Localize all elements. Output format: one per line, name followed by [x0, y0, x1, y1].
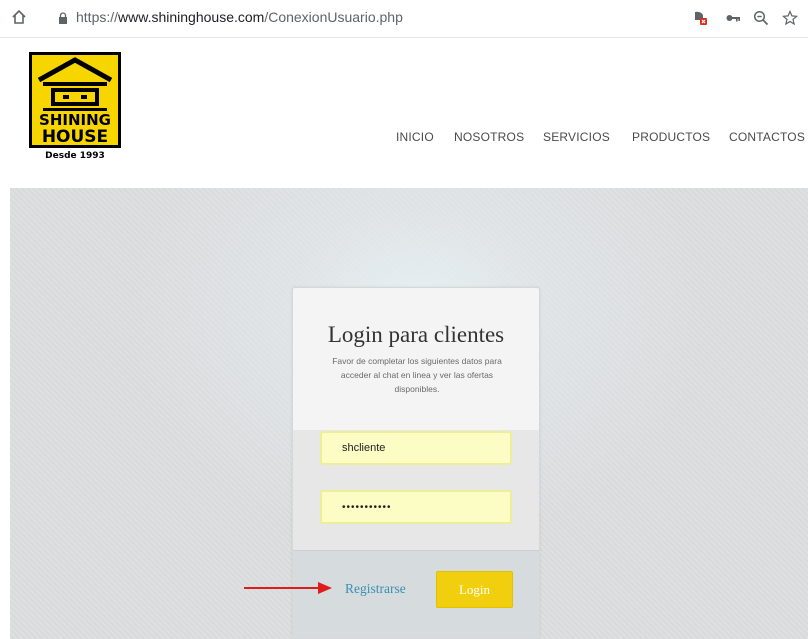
login-title: Login para clientes: [327, 322, 505, 347]
lock-icon[interactable]: [58, 12, 68, 24]
nav-link-servicios[interactable]: SERVICIOS: [543, 130, 610, 144]
red-arrow-annotation: [244, 582, 332, 594]
username-input[interactable]: [320, 431, 512, 465]
bookmark-star-icon[interactable]: [782, 10, 798, 26]
url-host: www.shininghouse.com: [118, 9, 265, 25]
shining-house-logo[interactable]: SHINING HOUSE Desde 1993: [29, 52, 121, 160]
url-path: /ConexionUsuario.php: [264, 9, 403, 25]
login-fields-section: [293, 430, 539, 550]
cookie-blocked-icon[interactable]: [692, 10, 708, 26]
register-link[interactable]: Registrarse: [345, 581, 406, 597]
zoom-out-icon[interactable]: [753, 10, 769, 26]
url-scheme: https://: [76, 9, 119, 25]
nav-link-nosotros[interactable]: NOSOTROS: [454, 130, 524, 144]
key-icon[interactable]: [725, 10, 741, 26]
nav-link-productos[interactable]: PRODUCTOS: [632, 130, 710, 144]
address-bar[interactable]: https://www.shininghouse.com/ConexionUsu…: [76, 9, 403, 25]
password-input[interactable]: [320, 490, 512, 524]
login-description: Favor de completar los siguientes datos …: [332, 356, 502, 394]
home-icon[interactable]: [10, 8, 28, 26]
login-button[interactable]: Login: [436, 571, 513, 608]
logo-tagline: Desde 1993: [45, 151, 105, 160]
nav-link-inicio[interactable]: INICIO: [396, 130, 434, 144]
browser-toolbar: https://www.shininghouse.com/ConexionUsu…: [0, 0, 808, 38]
site-header: [0, 38, 808, 188]
nav-link-contactos[interactable]: CONTACTOS: [729, 130, 805, 144]
logo-text-line2: HOUSE: [42, 127, 108, 147]
